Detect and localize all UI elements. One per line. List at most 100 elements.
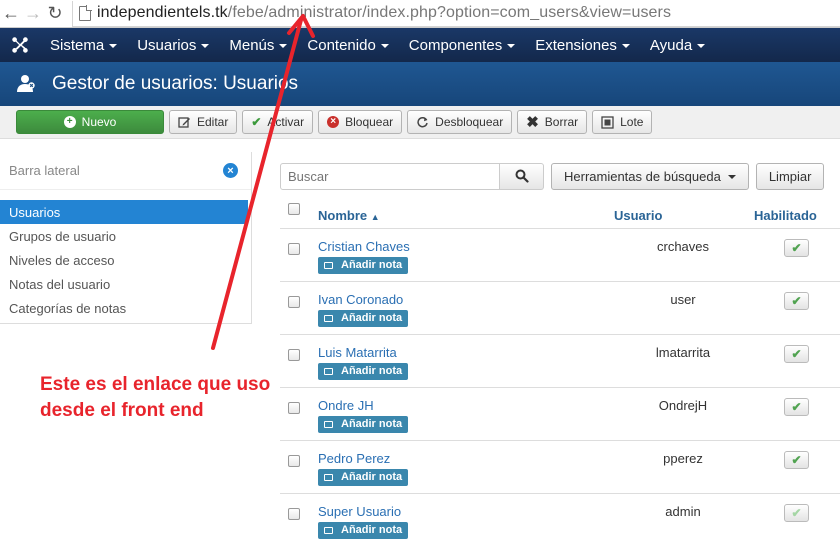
caret-down-icon (697, 44, 706, 48)
user-name-link[interactable]: Ivan Coronado (318, 292, 612, 307)
add-note-button[interactable]: Añadir nota (318, 256, 409, 274)
sidebar-title: Barra lateral (9, 163, 80, 178)
user-name-link[interactable]: Ondre JH (318, 398, 612, 413)
nav-menus[interactable]: Menús (219, 28, 297, 62)
nav-label: Extensiones (535, 36, 617, 54)
new-button[interactable]: + Nuevo (16, 110, 164, 134)
name-cell: Cristian Chaves Añadir nota (317, 227, 613, 281)
add-note-button[interactable]: Añadir nota (318, 468, 409, 486)
row-checkbox[interactable] (288, 242, 300, 255)
enabled-column-header[interactable]: Habilitado (753, 194, 840, 229)
name-cell: Ivan Coronado Añadir nota (317, 280, 613, 334)
check-icon: ✔ (791, 240, 802, 255)
clear-button[interactable]: Limpiar (755, 162, 825, 190)
annotation-line-1: Este es el enlace que uso (40, 374, 271, 395)
joomla-logo-icon[interactable] (0, 28, 40, 62)
add-note-button[interactable]: Añadir nota (318, 309, 409, 327)
note-icon (324, 314, 333, 322)
forward-arrow-icon[interactable]: → (22, 0, 44, 28)
username-column-header[interactable]: Usuario (613, 194, 753, 229)
user-name-link[interactable]: Super Usuario (318, 504, 612, 519)
row-checkbox[interactable] (288, 507, 300, 520)
nav-label: Componentes (408, 36, 503, 54)
table-row: Luis Matarrita Añadir nota lmatarrita ✔ (280, 333, 840, 387)
check-icon: ✔ (791, 293, 802, 308)
enabled-toggle[interactable]: ✔ (784, 344, 809, 363)
row-checkbox[interactable] (288, 295, 300, 308)
edit-button[interactable]: Editar (169, 110, 238, 134)
annotation-text: Este es el enlace que uso desde el front… (40, 372, 300, 424)
search-input[interactable] (280, 162, 500, 190)
caret-down-icon (201, 44, 210, 48)
add-note-button[interactable]: Añadir nota (318, 362, 409, 380)
unblock-button[interactable]: Desbloquear (407, 110, 513, 134)
admin-top-nav: Sistema Usuarios Menús Contenido Compone… (0, 28, 840, 62)
activate-button[interactable]: ✔ Activar (242, 110, 314, 134)
batch-icon (601, 115, 614, 129)
name-header-label: Nombre (318, 207, 368, 223)
sort-asc-icon: ▲ (370, 211, 380, 222)
sidebar-item-usuarios[interactable]: Usuarios (0, 200, 248, 224)
page-icon (79, 5, 92, 21)
close-sidebar-icon[interactable]: × (223, 163, 238, 178)
table-row: Pedro Perez Añadir nota pperez ✔ (280, 439, 840, 493)
url-field[interactable]: independientels.tk/febe/administrator/in… (72, 0, 840, 27)
nav-componentes[interactable]: Componentes (399, 28, 525, 62)
name-column-header[interactable]: Nombre ▲ (317, 194, 613, 229)
select-all-checkbox[interactable] (288, 203, 300, 216)
block-label: Bloquear (345, 115, 394, 129)
add-note-label: Añadir nota (341, 524, 403, 536)
nav-ayuda[interactable]: Ayuda (640, 28, 715, 62)
search-tools-label: Herramientas de búsqueda (564, 168, 721, 184)
page-header: Gestor de usuarios: Usuarios (0, 62, 840, 106)
username-cell: crchaves (613, 227, 753, 281)
block-icon: × (327, 116, 340, 128)
user-name-link[interactable]: Cristian Chaves (318, 239, 612, 254)
url-text: independientels.tk/febe/administrator/in… (97, 4, 671, 22)
sidebar-item-categorias[interactable]: Categorías de notas (0, 296, 248, 320)
batch-button[interactable]: Lote (592, 110, 653, 134)
caret-down-icon (109, 44, 118, 48)
nav-contenido[interactable]: Contenido (297, 28, 398, 62)
sidebar-item-grupos[interactable]: Grupos de usuario (0, 224, 248, 248)
search-tools-button[interactable]: Herramientas de búsqueda (551, 162, 749, 190)
nav-label: Ayuda (649, 36, 693, 54)
user-name-link[interactable]: Pedro Perez (318, 451, 612, 466)
sidebar-item-niveles[interactable]: Niveles de acceso (0, 248, 248, 272)
row-checkbox[interactable] (288, 348, 300, 361)
row-checkbox[interactable] (288, 454, 300, 467)
nav-sistema[interactable]: Sistema (40, 28, 127, 62)
add-note-button[interactable]: Añadir nota (318, 521, 409, 539)
nav-usuarios[interactable]: Usuarios (127, 28, 219, 62)
block-button[interactable]: × Bloquear (318, 110, 403, 134)
user-name-link[interactable]: Luis Matarrita (318, 345, 612, 360)
main-content: Herramientas de búsqueda Limpiar Nombre … (280, 152, 840, 546)
new-label: Nuevo (81, 115, 117, 129)
username-cell: admin (613, 492, 753, 546)
note-icon (324, 473, 333, 481)
caret-down-icon (727, 175, 736, 179)
enabled-toggle[interactable]: ✔ (784, 238, 809, 257)
row-checkbox-cell (280, 492, 317, 546)
enabled-toggle[interactable]: ✔ (784, 291, 809, 310)
enabled-cell: ✔ (753, 333, 840, 387)
table-row: Ondre JH Añadir nota OndrejH ✔ (280, 386, 840, 440)
table-row: Cristian Chaves Añadir nota crchaves ✔ (280, 227, 840, 281)
sidebar-menu: Usuarios Grupos de usuario Niveles de ac… (0, 190, 251, 320)
nav-extensiones[interactable]: Extensiones (525, 28, 640, 62)
table-row: Super Usuario Añadir nota admin ✔ (280, 492, 840, 546)
sidebar-header: Barra lateral × (0, 152, 251, 190)
delete-button[interactable]: ✖ Borrar (517, 110, 588, 134)
enabled-toggle[interactable]: ✔ (784, 397, 809, 416)
enabled-toggle: ✔ (784, 503, 809, 522)
add-note-button[interactable]: Añadir nota (318, 415, 409, 433)
reload-icon[interactable]: ↻ (44, 0, 66, 28)
nav-label: Contenido (307, 36, 376, 54)
search-button[interactable] (500, 162, 544, 190)
back-arrow-icon[interactable]: ← (0, 0, 22, 28)
sidebar-item-notas[interactable]: Notas del usuario (0, 272, 248, 296)
name-cell: Pedro Perez Añadir nota (317, 439, 613, 493)
unblock-label: Desbloquear (435, 115, 504, 129)
table-header-row: Nombre ▲ Usuario Habilitado (280, 194, 840, 229)
enabled-toggle[interactable]: ✔ (784, 450, 809, 469)
